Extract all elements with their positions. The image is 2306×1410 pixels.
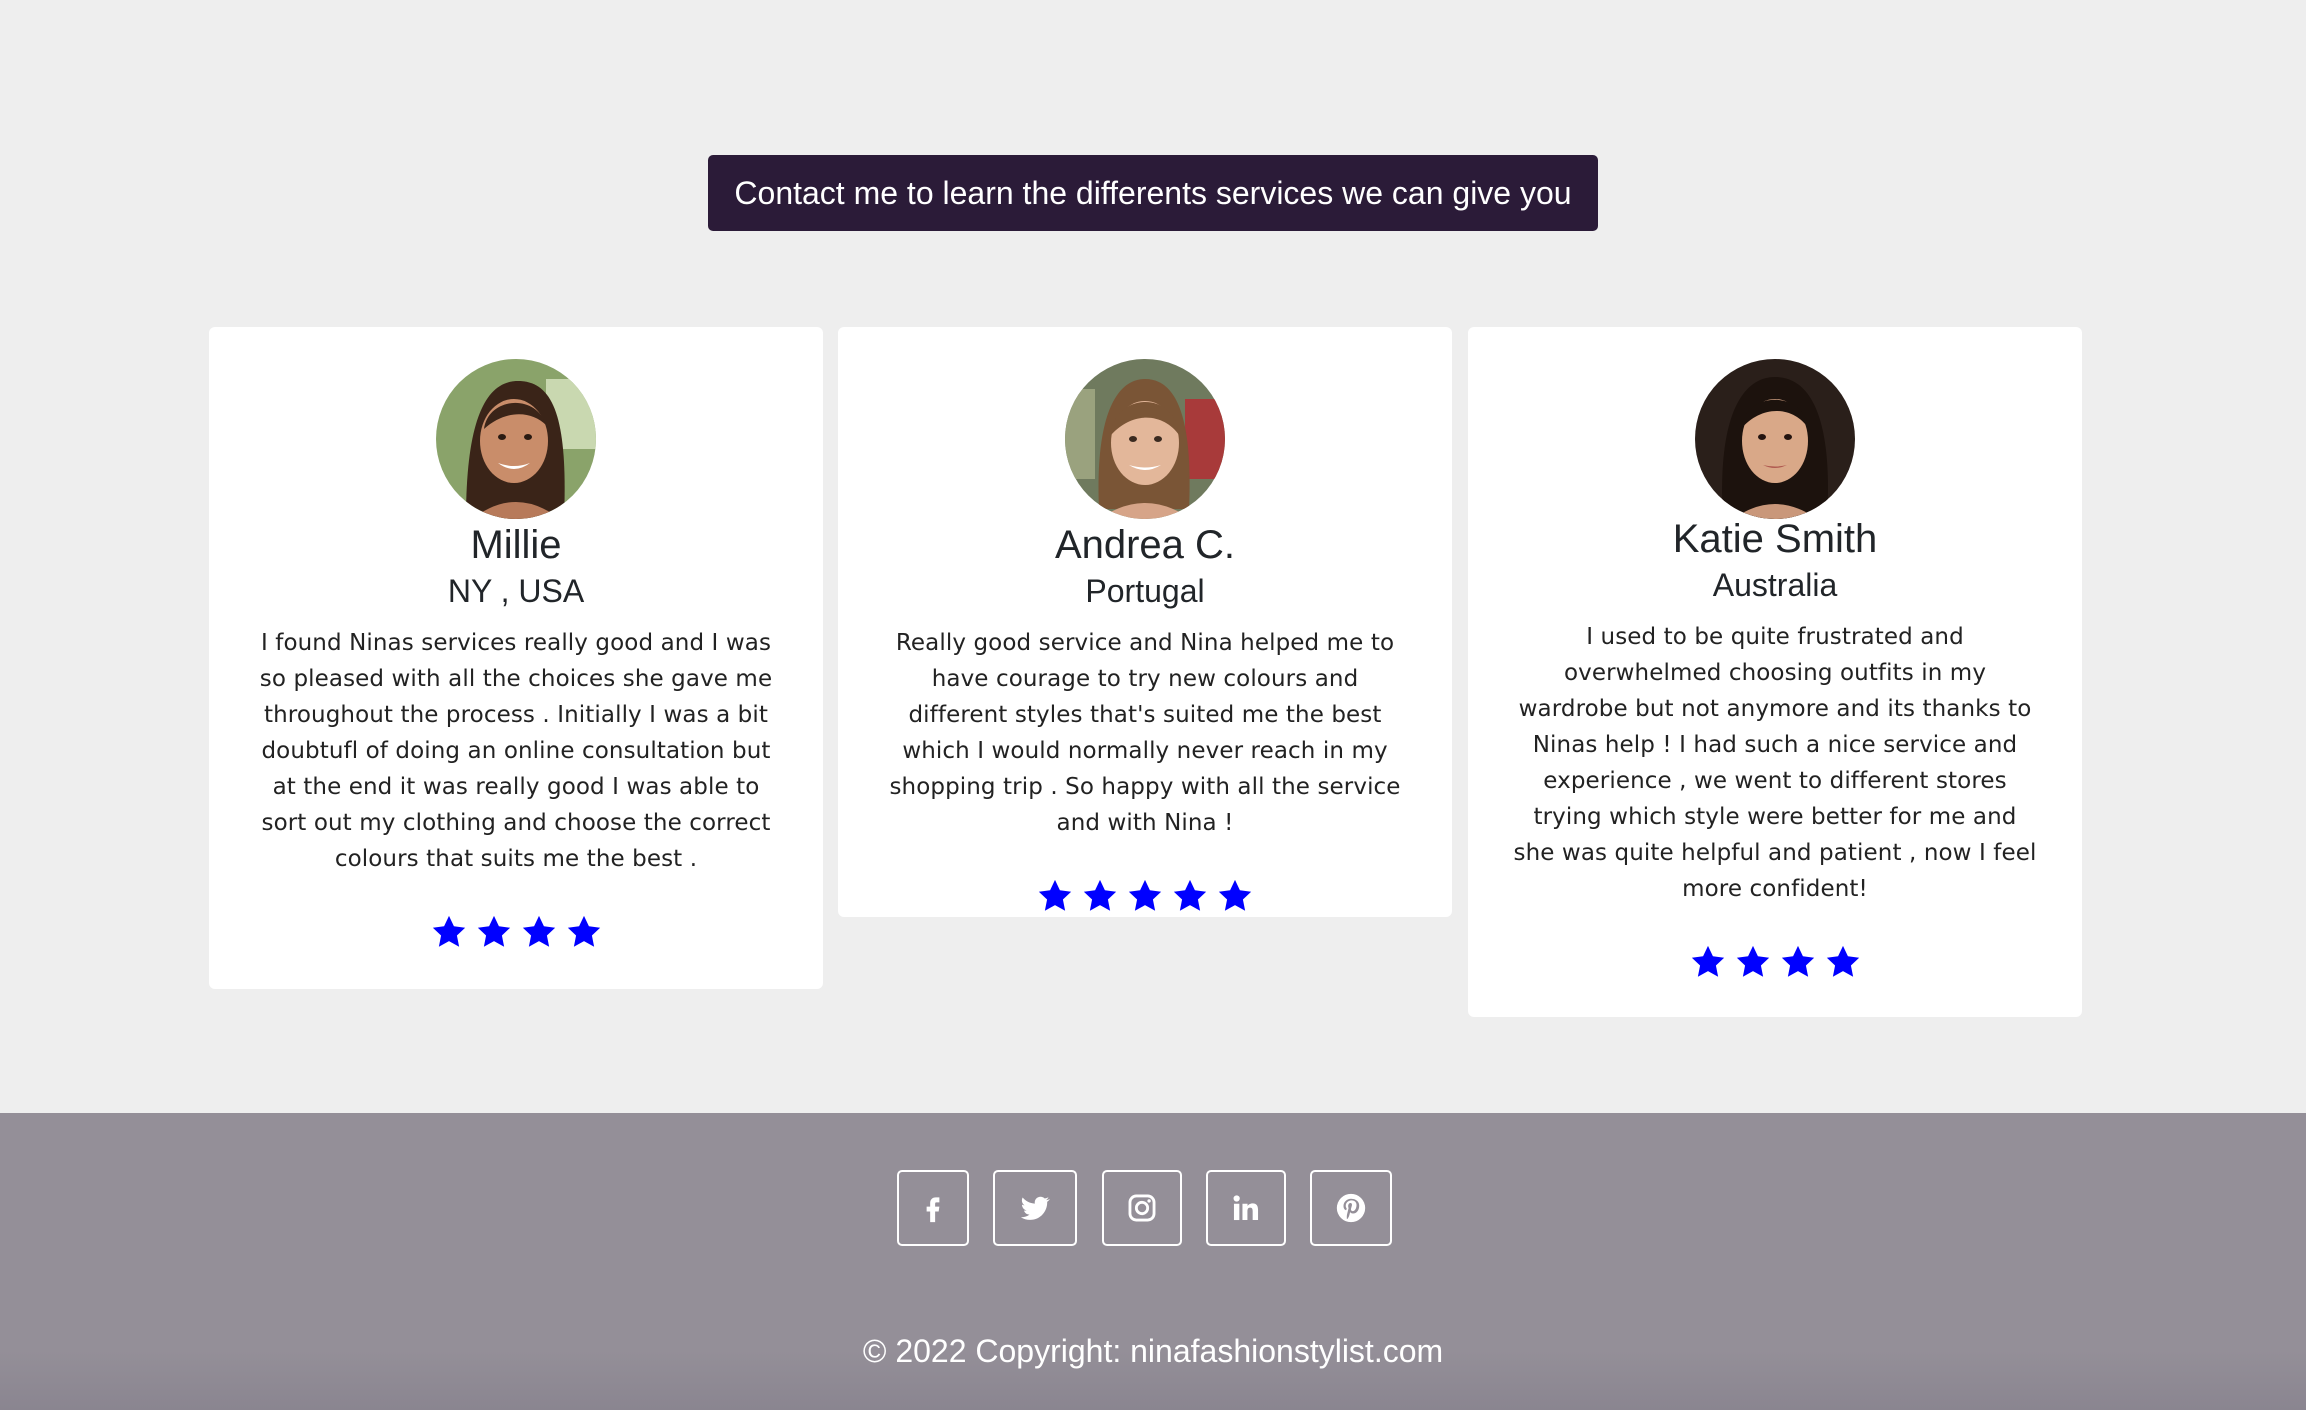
pinterest-icon bbox=[1336, 1193, 1366, 1223]
star-icon bbox=[567, 915, 600, 947]
twitter-icon bbox=[1020, 1196, 1051, 1220]
testimonial-card: Millie NY , USA I found Ninas services r… bbox=[209, 327, 823, 989]
linkedin-icon bbox=[1233, 1195, 1259, 1221]
avatar bbox=[1695, 359, 1855, 519]
star-icon bbox=[1038, 879, 1072, 911]
instagram-icon bbox=[1128, 1194, 1156, 1222]
testimonial-card: Andrea C. Portugal Really good service a… bbox=[838, 327, 1452, 917]
linkedin-link[interactable] bbox=[1206, 1170, 1286, 1246]
star-icon bbox=[477, 915, 510, 947]
facebook-icon bbox=[926, 1197, 940, 1223]
star-icon bbox=[1691, 945, 1724, 977]
avatar bbox=[1065, 359, 1225, 519]
testimonials-section: Millie NY , USA I found Ninas services r… bbox=[209, 327, 2083, 1027]
copyright-text: © 2022 Copyright: ninafashionstylist.com bbox=[862, 1333, 1444, 1369]
star-rating bbox=[838, 877, 1452, 915]
reviewer-name: Katie Smith bbox=[1672, 517, 1878, 561]
reviewer-location: Portugal bbox=[1085, 573, 1205, 609]
star-icon bbox=[1218, 879, 1252, 911]
reviewer-name: Andrea C. bbox=[1054, 523, 1236, 567]
star-icon bbox=[1173, 879, 1207, 911]
page: Contact me to learn the differents servi… bbox=[0, 0, 2306, 1410]
review-text: Really good service and Nina helped me t… bbox=[889, 630, 1401, 836]
star-rating bbox=[209, 913, 823, 951]
star-icon bbox=[1826, 945, 1859, 977]
star-icon bbox=[1083, 879, 1117, 911]
star-icon bbox=[522, 915, 555, 947]
twitter-link[interactable] bbox=[993, 1170, 1077, 1246]
reviewer-location: NY , USA bbox=[447, 573, 585, 609]
star-icon bbox=[432, 915, 465, 947]
star-icon bbox=[1128, 879, 1162, 911]
avatar bbox=[436, 359, 596, 519]
pinterest-link[interactable] bbox=[1310, 1170, 1392, 1246]
cta-section: Contact me to learn the differents servi… bbox=[0, 155, 2306, 231]
reviewer-name: Millie bbox=[470, 523, 562, 567]
testimonial-card: Katie Smith Australia I used to be quite… bbox=[1468, 327, 2082, 1017]
footer: © 2022 Copyright: ninafashionstylist.com bbox=[0, 1113, 2306, 1410]
star-icon bbox=[1781, 945, 1814, 977]
facebook-link[interactable] bbox=[897, 1170, 969, 1246]
reviewer-location: Australia bbox=[1712, 567, 1838, 603]
contact-cta-button[interactable]: Contact me to learn the differents servi… bbox=[708, 155, 1598, 231]
star-icon bbox=[1736, 945, 1769, 977]
instagram-link[interactable] bbox=[1102, 1170, 1182, 1246]
star-rating bbox=[1468, 943, 2082, 981]
review-text: I found Ninas services really good and I… bbox=[259, 630, 773, 872]
review-text: I used to be quite frustrated and overwh… bbox=[1513, 624, 2037, 902]
